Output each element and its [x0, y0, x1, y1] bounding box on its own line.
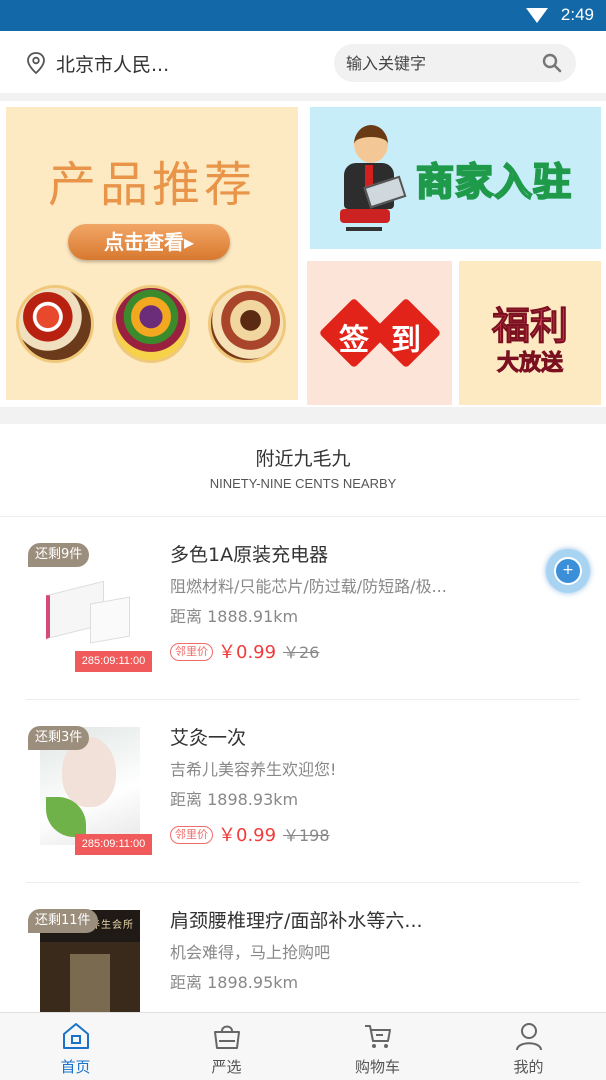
product-item[interactable]: 还剩9件 285:09:11:00 多色1A原装充电器 阻燃材料/只能芯片/防过… [0, 517, 606, 700]
product-recommend-banner[interactable]: 产品推荐 点击查看▸ [6, 107, 298, 400]
cart-icon [365, 1025, 391, 1048]
search-bar[interactable] [334, 44, 576, 82]
check-in-char-1: 签 [339, 323, 369, 358]
status-time: 2:49 [560, 5, 594, 24]
product-price: ￥0.99 [218, 642, 277, 663]
search-icon[interactable] [542, 53, 562, 73]
tab-cart[interactable]: 购物车 [302, 1013, 453, 1080]
promo-grid: 产品推荐 点击查看▸ 商家入驻 签 到 福利 大放送 [0, 101, 606, 407]
original-price: ￥26 [283, 643, 320, 662]
wifi-icon [526, 8, 548, 23]
fruit-image [112, 285, 190, 363]
welfare-subtitle: 大放送 [496, 351, 563, 377]
section-title: 附近九毛九 [255, 448, 351, 470]
merchant-join-banner[interactable]: 商家入驻 [310, 107, 601, 249]
businessman-illustration [332, 125, 412, 233]
tab-home[interactable]: 首页 [0, 1013, 151, 1080]
bottom-tab-bar: 首页 严选 购物车 我的 [0, 1012, 606, 1080]
view-button[interactable]: 点击查看▸ [68, 224, 230, 260]
location-label[interactable]: 北京市人民... [56, 50, 169, 77]
product-item[interactable]: 还剩11件 恩妍养容养生会所 肩颈腰椎理疗/面部补水等六... 机会难得，马上抢… [0, 883, 606, 1012]
product-title: 艾灸一次 [170, 727, 247, 749]
price-tag: 邻里价 [170, 826, 213, 844]
stock-badge: 还剩3件 [28, 726, 90, 750]
user-icon [516, 1023, 542, 1051]
check-in-banner[interactable]: 签 到 [307, 261, 452, 405]
merchant-join-title: 商家入驻 [415, 159, 573, 205]
bag-icon [214, 1025, 240, 1049]
product-distance: 距离 1898.95km [170, 973, 299, 992]
status-bar: 2:49 [0, 0, 606, 31]
product-item[interactable]: 还剩3件 285:09:11:00 艾灸一次 吉希儿美容养生欢迎您! 距离 18… [0, 700, 606, 883]
product-price: ￥0.99 [218, 825, 277, 846]
nearby-feed: 附近九毛九 NINETY-NINE CENTS NEARBY 还剩9件 285:… [0, 424, 606, 1012]
countdown-timer: 285:09:11:00 [75, 834, 152, 855]
product-distance: 距离 1888.91km [170, 607, 299, 626]
tab-label: 严选 [211, 1058, 242, 1076]
plus-icon: + [554, 557, 582, 585]
home-icon [63, 1023, 89, 1049]
product-title: 肩颈腰椎理疗/面部补水等六... [170, 910, 423, 932]
floating-action-button[interactable]: + [546, 549, 590, 593]
cake-image [208, 285, 286, 363]
stock-badge: 还剩11件 [28, 909, 98, 933]
countdown-timer: 285:09:11:00 [75, 651, 152, 672]
product-description: 吉希儿美容养生欢迎您! [170, 760, 337, 779]
hotpot-image [16, 285, 94, 363]
welfare-banner[interactable]: 福利 大放送 [459, 261, 601, 405]
welfare-title: 福利 [491, 304, 568, 349]
tab-profile[interactable]: 我的 [453, 1013, 604, 1080]
original-price: ￥198 [283, 826, 330, 845]
check-in-char-2: 到 [391, 323, 421, 358]
product-title: 多色1A原装充电器 [170, 544, 329, 566]
price-tag: 邻里价 [170, 643, 213, 661]
search-input[interactable] [346, 44, 536, 82]
header: 北京市人民... [0, 31, 606, 93]
stock-badge: 还剩9件 [28, 543, 90, 567]
product-description: 机会难得，马上抢购吧 [170, 943, 331, 962]
tab-label: 我的 [513, 1058, 544, 1076]
recommend-title: 产品推荐 [47, 157, 256, 213]
section-subtitle: NINETY-NINE CENTS NEARBY [209, 476, 397, 491]
tab-label: 购物车 [354, 1058, 400, 1076]
tab-selection[interactable]: 严选 [151, 1013, 302, 1080]
product-description: 阻燃材料/只能芯片/防过载/防短路/极... [170, 577, 447, 596]
product-distance: 距离 1898.93km [170, 790, 299, 809]
location-pin-icon[interactable] [26, 52, 46, 74]
tab-label: 首页 [60, 1058, 91, 1076]
